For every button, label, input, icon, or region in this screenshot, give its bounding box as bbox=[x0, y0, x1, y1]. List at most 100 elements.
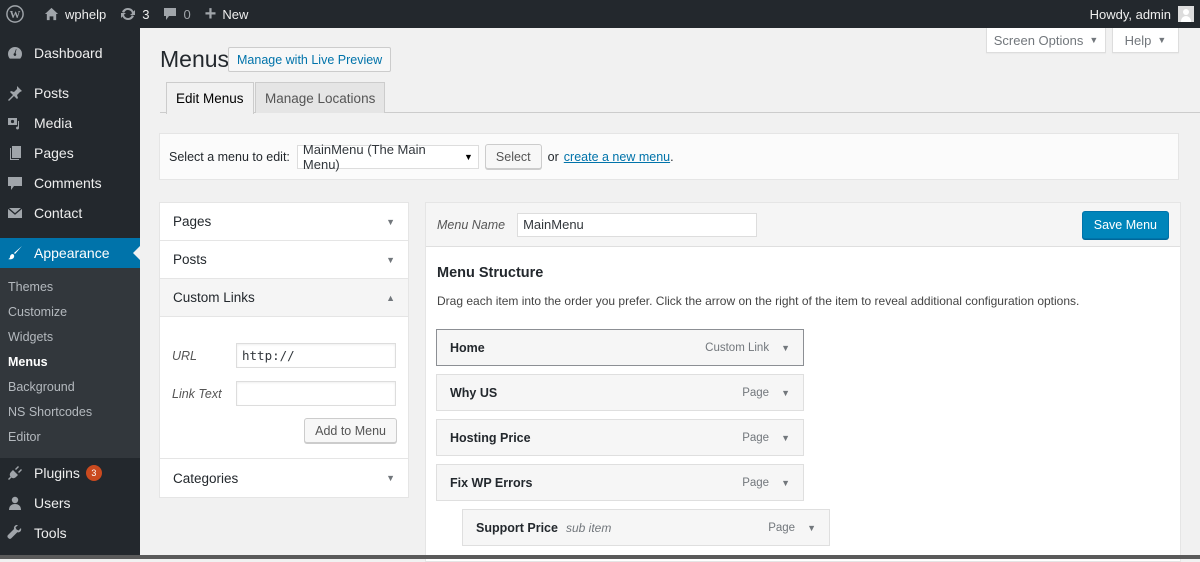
sidebar-item-dashboard[interactable]: Dashboard bbox=[0, 38, 140, 68]
pages-icon bbox=[6, 144, 24, 162]
custom-links-panel: URL http:// Link Text Add to Menu bbox=[160, 317, 408, 459]
sidebar-label: Plugins bbox=[34, 465, 80, 481]
sidebar-item-comments[interactable]: Comments bbox=[0, 168, 140, 198]
caret-down-icon[interactable]: ▼ bbox=[781, 478, 790, 488]
caret-down-icon[interactable]: ▼ bbox=[781, 388, 790, 398]
sidebar-label: Comments bbox=[34, 175, 102, 191]
updates-icon bbox=[120, 6, 136, 22]
sidebar-item-contact[interactable]: Contact bbox=[0, 198, 140, 228]
menu-name-input[interactable]: MainMenu bbox=[517, 212, 758, 237]
wordpress-logo-button[interactable]: W bbox=[0, 0, 31, 28]
sidebar-label: Pages bbox=[34, 145, 74, 161]
menu-editor-panel: Menu Name MainMenu Save Menu Menu Struct… bbox=[425, 202, 1181, 562]
link-text-input[interactable] bbox=[236, 381, 396, 406]
comments-count: 0 bbox=[183, 6, 191, 22]
caret-down-icon[interactable]: ▼ bbox=[807, 523, 816, 533]
site-name-link[interactable]: wphelp bbox=[37, 0, 113, 28]
caret-down-icon[interactable]: ▼ bbox=[781, 343, 790, 353]
menu-item[interactable]: Fix WP Errors Page ▼ bbox=[436, 464, 804, 501]
dashboard-icon bbox=[6, 44, 24, 62]
manage-live-preview-button[interactable]: Manage with Live Preview bbox=[228, 47, 392, 72]
submenu-item-background[interactable]: Background bbox=[0, 375, 140, 400]
menu-select-dropdown[interactable]: MainMenu (The Main Menu) ▼ bbox=[296, 141, 479, 172]
menu-item-title: Why US bbox=[450, 385, 498, 400]
comments-link[interactable]: 0 bbox=[156, 0, 197, 28]
sidebar-label: Media bbox=[34, 115, 73, 131]
nav-tabs: Edit Menus Manage Locations bbox=[160, 82, 1200, 114]
menu-structure-title: Menu Structure bbox=[437, 265, 544, 281]
menu-item-type: Page bbox=[742, 431, 770, 444]
accordion-title: Posts bbox=[173, 252, 207, 267]
select-menu-label: Select a menu to edit: bbox=[169, 149, 290, 164]
tab-edit-menus[interactable]: Edit Menus bbox=[166, 82, 254, 114]
menu-item-title: Fix WP Errors bbox=[450, 475, 533, 490]
sidebar-label: Contact bbox=[34, 205, 83, 221]
select-button[interactable]: Select bbox=[484, 144, 542, 169]
appearance-submenu: Themes Customize Widgets Menus Backgroun… bbox=[0, 268, 140, 458]
caret-down-icon: ▼ bbox=[386, 254, 395, 265]
sidebar-item-posts[interactable]: Posts bbox=[0, 78, 140, 108]
menu-editor-header: Menu Name MainMenu Save Menu bbox=[426, 203, 1180, 247]
menu-item-type: Custom Link bbox=[705, 341, 770, 354]
caret-up-icon: ▲ bbox=[386, 292, 395, 303]
link-text-label: Link Text bbox=[172, 386, 222, 401]
menu-item-title: Hosting Price bbox=[450, 430, 531, 445]
avatar[interactable] bbox=[1178, 6, 1194, 22]
sidebar-item-plugins[interactable]: Plugins 3 bbox=[0, 458, 140, 488]
caret-down-icon: ▼ bbox=[463, 151, 473, 162]
admin-sidebar: Dashboard Posts Media Pages Comments Con… bbox=[0, 28, 140, 559]
submenu-item-widgets[interactable]: Widgets bbox=[0, 325, 140, 350]
help-button[interactable]: Help ▼ bbox=[1112, 28, 1179, 53]
sidebar-item-pages[interactable]: Pages bbox=[0, 138, 140, 168]
add-to-menu-button[interactable]: Add to Menu bbox=[304, 418, 397, 443]
wrench-icon bbox=[6, 524, 24, 542]
wordpress-logo-icon: W bbox=[6, 5, 24, 23]
new-content-link[interactable]: + New bbox=[198, 0, 256, 28]
menu-item-title: Home bbox=[450, 340, 485, 355]
menu-item[interactable]: Home Custom Link ▼ bbox=[436, 329, 804, 366]
sidebar-item-appearance[interactable]: Appearance bbox=[0, 238, 140, 268]
main-content: Screen Options ▼ Help ▼ Menus Manage wit… bbox=[140, 28, 1200, 562]
menu-item[interactable]: Why US Page ▼ bbox=[436, 374, 804, 411]
tab-manage-locations[interactable]: Manage Locations bbox=[255, 82, 386, 113]
account-greeting[interactable]: Howdy, admin bbox=[1090, 7, 1171, 22]
menu-sub-item[interactable]: Support Price sub item Page ▼ bbox=[462, 509, 830, 546]
submenu-item-customize[interactable]: Customize bbox=[0, 300, 140, 325]
screen-options-button[interactable]: Screen Options ▼ bbox=[986, 28, 1106, 53]
accordion-custom-links[interactable]: Custom Links ▲ bbox=[160, 279, 408, 317]
menu-item-type: Page bbox=[768, 521, 796, 534]
url-input[interactable]: http:// bbox=[236, 343, 396, 368]
submenu-item-themes[interactable]: Themes bbox=[0, 275, 140, 300]
updates-link[interactable]: 3 bbox=[113, 0, 156, 28]
menu-name-label: Menu Name bbox=[437, 217, 506, 232]
caret-down-icon: ▼ bbox=[1157, 35, 1167, 45]
accordion-posts[interactable]: Posts ▼ bbox=[160, 241, 408, 279]
period-text: . bbox=[670, 149, 674, 164]
sidebar-item-media[interactable]: Media bbox=[0, 108, 140, 138]
updates-count: 3 bbox=[142, 6, 150, 22]
sidebar-item-tools[interactable]: Tools bbox=[0, 518, 140, 548]
admin-bar: W wphelp 3 0 + New Howdy, admin bbox=[0, 0, 1200, 28]
caret-down-icon[interactable]: ▼ bbox=[781, 433, 790, 443]
screen-options-label: Screen Options bbox=[993, 32, 1084, 48]
save-menu-button[interactable]: Save Menu bbox=[1081, 211, 1169, 239]
home-icon bbox=[44, 7, 59, 21]
menu-item-type: Page bbox=[742, 476, 770, 489]
submenu-item-ns-shortcodes[interactable]: NS Shortcodes bbox=[0, 400, 140, 425]
create-new-menu-link[interactable]: create a new menu bbox=[564, 150, 670, 164]
accordion-categories[interactable]: Categories ▼ bbox=[160, 459, 408, 497]
accordion-title: Categories bbox=[173, 470, 239, 486]
accordion-title: Pages bbox=[173, 214, 212, 229]
page-title: Menus bbox=[160, 46, 230, 72]
os-taskbar-edge bbox=[0, 555, 1200, 559]
menu-select-value: MainMenu (The Main Menu) bbox=[302, 141, 426, 172]
submenu-item-editor[interactable]: Editor bbox=[0, 425, 140, 450]
menu-item[interactable]: Hosting Price Page ▼ bbox=[436, 419, 804, 456]
submenu-item-menus[interactable]: Menus bbox=[0, 350, 140, 375]
pin-icon bbox=[6, 84, 24, 102]
accordion-pages[interactable]: Pages ▼ bbox=[160, 203, 408, 241]
caret-down-icon: ▼ bbox=[1089, 35, 1099, 45]
sidebar-item-users[interactable]: Users bbox=[0, 488, 140, 518]
accordion-title: Custom Links bbox=[173, 290, 255, 305]
svg-text:W: W bbox=[10, 9, 21, 21]
